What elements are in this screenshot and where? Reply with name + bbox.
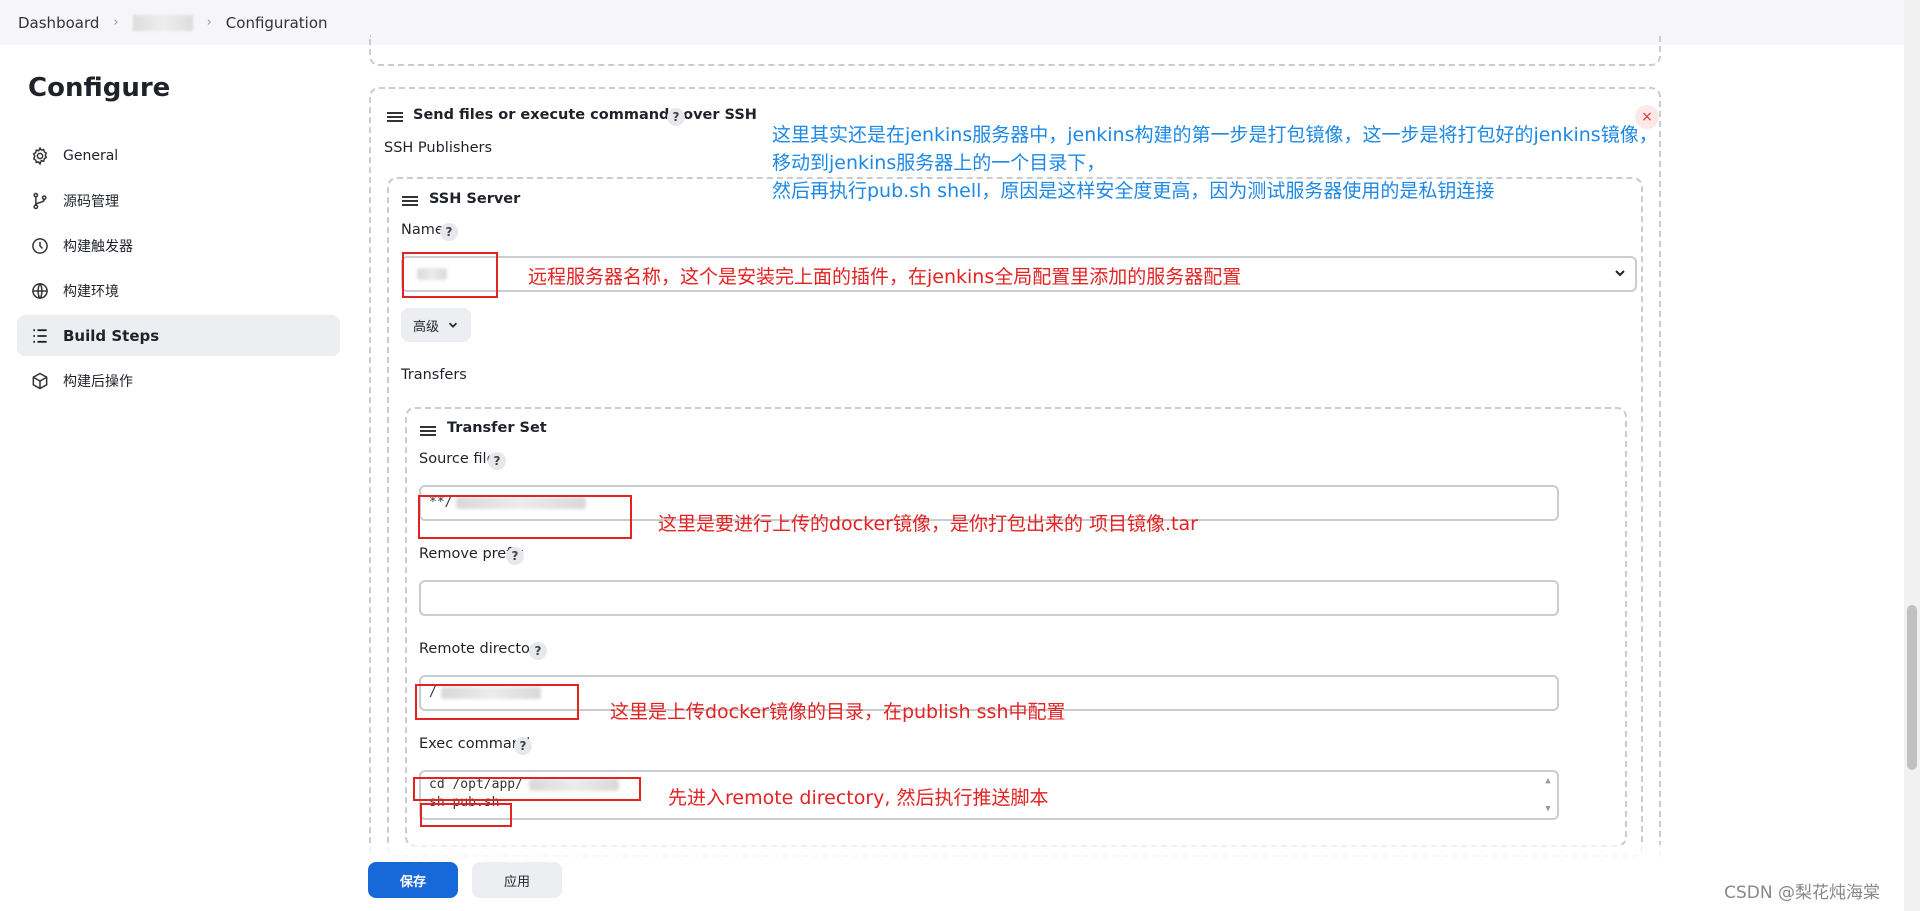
transfers-label: Transfers [401, 367, 467, 383]
chevron-right-icon: › [206, 15, 212, 30]
help-icon[interactable]: ? [440, 223, 458, 241]
help-icon[interactable]: ? [529, 642, 547, 660]
annotation-box-source [418, 495, 632, 539]
sidebar-nav: General 源码管理 构建触发器 构建环境 Build Steps 构建后操… [17, 135, 340, 405]
annotation-box-remote [415, 684, 579, 720]
annotation-box-exec-2 [420, 803, 512, 827]
chevron-down-icon [1615, 270, 1625, 277]
watermark: CSDN @梨花炖海棠 [1724, 883, 1880, 903]
annotation-box-name [402, 252, 498, 298]
sidebar: Configure General 源码管理 构建触发器 构建环境 Build … [0, 45, 345, 911]
annotation-exec-note: 先进入remote directory, 然后执行推送脚本 [668, 787, 1049, 809]
help-icon[interactable]: ? [506, 547, 524, 565]
gear-icon [29, 145, 51, 167]
sidebar-item-label: 构建环境 [63, 283, 119, 300]
globe-icon [29, 280, 51, 302]
sidebar-item-label: 构建触发器 [63, 238, 133, 255]
chevron-right-icon: › [113, 15, 119, 30]
annotation-blue-line: 然后再执行pub.sh shell，原因是这样安全度更高，因为测试服务器使用的是… [772, 180, 1495, 202]
breadcrumb-configuration: Configuration [225, 13, 328, 32]
ssh-publishers-label: SSH Publishers [384, 140, 493, 156]
remove-prefix-input[interactable] [419, 580, 1559, 616]
annotation-box-exec-1 [413, 777, 641, 801]
sidebar-item-environment[interactable]: 构建环境 [17, 270, 340, 311]
help-icon[interactable]: ? [514, 737, 532, 755]
apply-button[interactable]: 应用 [472, 862, 562, 898]
sidebar-item-label: General [63, 147, 119, 164]
bottom-action-bar: 保存 应用 [345, 845, 1904, 911]
sidebar-item-build-steps[interactable]: Build Steps [17, 315, 340, 356]
sidebar-item-general[interactable]: General [17, 135, 340, 176]
help-icon[interactable]: ? [667, 108, 685, 126]
drag-handle-icon[interactable] [402, 196, 418, 206]
advanced-button[interactable]: 高级 [401, 308, 472, 342]
breadcrumb-job-redacted[interactable] [132, 14, 193, 31]
drag-handle-icon[interactable] [387, 112, 403, 122]
sidebar-item-label: 构建后操作 [63, 373, 133, 390]
page-title: Configure [28, 73, 171, 103]
sidebar-item-post-build[interactable]: 构建后操作 [17, 360, 340, 401]
textarea-scroll-arrows[interactable]: ▲ ▼ [1541, 774, 1555, 818]
list-icon [29, 325, 51, 347]
breadcrumb-dashboard[interactable]: Dashboard [18, 14, 99, 32]
annotation-blue-line: 这里其实还是在jenkins服务器中，jenkins构建的第一步是打包镜像，这一… [772, 124, 1658, 146]
annotation-source-note: 这里是要进行上传的docker镜像，是你打包出来的 项目镜像.tar [658, 513, 1198, 535]
chevron-down-icon [448, 322, 458, 328]
annotation-remote-note: 这里是上传docker镜像的目录，在publish ssh中配置 [610, 701, 1066, 723]
annotation-blue-note: 这里其实还是在jenkins服务器中，jenkins构建的第一步是打包镜像，这一… [772, 121, 1658, 205]
transfer-set-title: Transfer Set [447, 420, 547, 436]
drag-handle-icon[interactable] [420, 426, 436, 436]
sidebar-item-label: Build Steps [63, 326, 160, 345]
help-icon[interactable]: ? [488, 452, 506, 470]
branch-icon [29, 190, 51, 212]
cube-icon [29, 370, 51, 392]
advanced-label: 高级 [413, 319, 440, 335]
save-button[interactable]: 保存 [368, 862, 458, 898]
annotation-blue-line: 移动到jenkins服务器上的一个目录下， [772, 152, 1106, 174]
ssh-step-title: Send files or execute commands over SSH [413, 107, 757, 123]
ssh-server-title: SSH Server [429, 191, 521, 207]
scrollbar-thumb[interactable] [1907, 605, 1917, 770]
sidebar-item-triggers[interactable]: 构建触发器 [17, 225, 340, 266]
name-label: Name [401, 222, 444, 238]
annotation-name-note: 远程服务器名称，这个是安装完上面的插件，在jenkins全局配置里添加的服务器配… [528, 266, 1242, 288]
previous-build-step [369, 35, 1661, 66]
clock-icon [29, 235, 51, 257]
sidebar-item-scm[interactable]: 源码管理 [17, 180, 340, 221]
sidebar-item-label: 源码管理 [63, 193, 119, 210]
remote-directory-label: Remote directory [419, 641, 545, 657]
page-scrollbar[interactable] [1904, 0, 1920, 911]
